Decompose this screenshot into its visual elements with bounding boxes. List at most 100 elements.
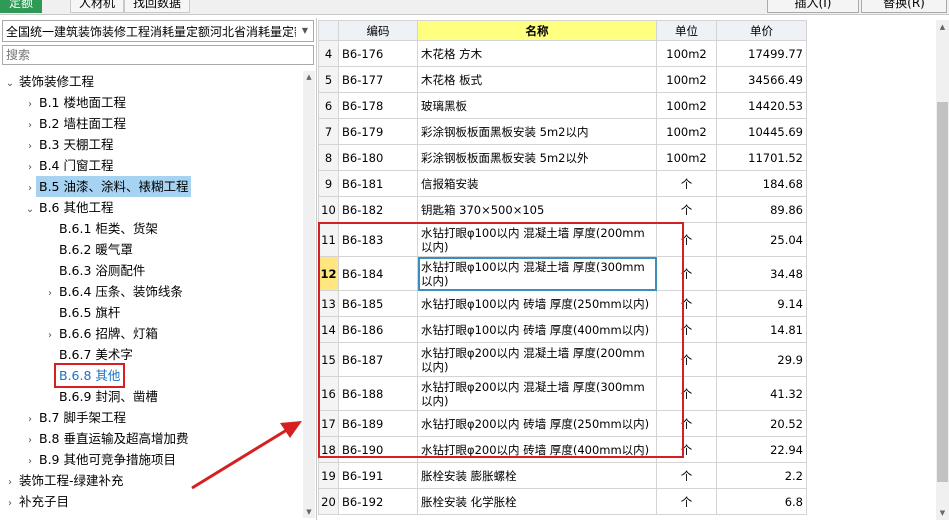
price-cell[interactable]: 22.94 <box>716 436 807 463</box>
tree-item[interactable]: › B.8 垂直运输及超高增加费 <box>0 428 302 449</box>
name-cell[interactable]: 水钻打眼φ200以内 混凝土墙 厚度(300mm以内) <box>417 376 657 411</box>
row-index-cell[interactable]: 20 <box>318 488 339 515</box>
unit-cell[interactable]: 个 <box>656 196 717 223</box>
tree-item[interactable]: B.6.1 柜类、货架 <box>0 218 302 239</box>
name-cell[interactable]: 水钻打眼φ200以内 砖墙 厚度(250mm以内) <box>417 410 657 437</box>
row-index-cell[interactable]: 7 <box>318 118 339 145</box>
chevron-down-icon[interactable]: ⌄ <box>24 199 36 220</box>
table-row[interactable]: 20 B6-192 胀栓安装 化学胀栓个 6.8 <box>318 488 807 515</box>
unit-cell[interactable]: 个 <box>656 436 717 463</box>
search-field[interactable] <box>2 45 314 65</box>
name-cell[interactable]: 胀栓安装 化学胀栓 <box>417 488 657 515</box>
row-index-cell[interactable]: 10 <box>318 196 339 223</box>
unit-cell[interactable]: 个 <box>656 222 717 257</box>
tree-item[interactable]: B.6.3 浴厕配件 <box>0 260 302 281</box>
scrollbar-thumb[interactable] <box>937 102 948 482</box>
code-cell[interactable]: B6-192 <box>338 488 418 515</box>
table-row[interactable]: 15 B6-187 水钻打眼φ200以内 混凝土墙 厚度(200mm以内) 个 29.9 <box>318 342 807 377</box>
row-index-cell[interactable]: 17 <box>318 410 339 437</box>
price-cell[interactable]: 25.04 <box>716 222 807 257</box>
code-cell[interactable]: B6-182 <box>338 196 418 223</box>
chevron-right-icon[interactable]: › <box>44 325 56 346</box>
col-price-header[interactable]: 单价 <box>716 20 807 41</box>
chevron-right-icon[interactable]: › <box>4 493 16 514</box>
name-cell[interactable]: 木花格 方木 <box>417 40 657 67</box>
row-index-cell[interactable]: 9 <box>318 170 339 197</box>
row-index-cell[interactable]: 16 <box>318 376 339 411</box>
row-index-cell[interactable]: 19 <box>318 462 339 489</box>
unit-cell[interactable]: 个 <box>656 316 717 343</box>
price-cell[interactable]: 10445.69 <box>716 118 807 145</box>
unit-cell[interactable]: 个 <box>656 290 717 317</box>
price-cell[interactable]: 29.9 <box>716 342 807 377</box>
tree-item[interactable]: › B.2 墙柱面工程 <box>0 113 302 134</box>
code-cell[interactable]: B6-190 <box>338 436 418 463</box>
chevron-right-icon[interactable]: › <box>24 409 36 430</box>
unit-cell[interactable]: 个 <box>656 376 717 411</box>
table-row[interactable]: 18 B6-190 水钻打眼φ200以内 砖墙 厚度(400mm以内) 个 22.94 <box>318 436 807 463</box>
unit-cell[interactable]: 个 <box>656 256 717 291</box>
name-cell[interactable]: 胀栓安装 膨胀螺栓 <box>417 462 657 489</box>
tree-item[interactable]: › B.1 楼地面工程 <box>0 92 302 113</box>
code-cell[interactable]: B6-183 <box>338 222 418 257</box>
tree-item[interactable]: › B.3 天棚工程 <box>0 134 302 155</box>
tree-item[interactable]: B.6.2 暖气罩 <box>0 239 302 260</box>
name-cell[interactable]: 水钻打眼φ100以内 混凝土墙 厚度(300mm以内) <box>417 256 657 291</box>
row-index-cell[interactable]: 13 <box>318 290 339 317</box>
tree-item[interactable]: › B.6.6 招牌、灯箱 <box>0 323 302 344</box>
code-cell[interactable]: B6-189 <box>338 410 418 437</box>
code-cell[interactable]: B6-184 <box>338 256 418 291</box>
quota-library-select[interactable]: 全国统一建筑装饰装修工程消耗量定额河北省消耗量定额 ▼ <box>2 20 314 42</box>
code-cell[interactable]: B6-178 <box>338 92 418 119</box>
tree-item[interactable]: › B.4 门窗工程 <box>0 155 302 176</box>
code-cell[interactable]: B6-191 <box>338 462 418 489</box>
name-cell[interactable]: 信报箱安装 <box>417 170 657 197</box>
code-cell[interactable]: B6-186 <box>338 316 418 343</box>
price-cell[interactable]: 17499.77 <box>716 40 807 67</box>
unit-cell[interactable]: 100m2 <box>656 118 717 145</box>
tree-item[interactable]: › B.7 脚手架工程 <box>0 407 302 428</box>
unit-cell[interactable]: 100m2 <box>656 92 717 119</box>
unit-cell[interactable]: 个 <box>656 342 717 377</box>
unit-cell[interactable]: 个 <box>656 462 717 489</box>
name-cell[interactable]: 水钻打眼φ200以内 砖墙 厚度(400mm以内) <box>417 436 657 463</box>
tree-item[interactable]: B.6.5 旗杆 <box>0 302 302 323</box>
unit-cell[interactable]: 个 <box>656 488 717 515</box>
table-row[interactable]: 8 B6-180 彩涂钢板板面黑板安装 5m2以外 100m2 11701.52 <box>318 144 807 171</box>
unit-cell[interactable]: 100m2 <box>656 144 717 171</box>
tree-item[interactable]: B.6.9 封洞、凿槽 <box>0 386 302 407</box>
row-index-cell[interactable]: 12 <box>318 256 339 291</box>
name-cell[interactable]: 水钻打眼φ100以内 砖墙 厚度(400mm以内) <box>417 316 657 343</box>
price-cell[interactable]: 34.48 <box>716 256 807 291</box>
chevron-right-icon[interactable]: › <box>44 283 56 304</box>
row-index-cell[interactable]: 8 <box>318 144 339 171</box>
name-cell[interactable]: 彩涂钢板板面黑板安装 5m2以外 <box>417 144 657 171</box>
table-row[interactable]: 19 B6-191 胀栓安装 膨胀螺栓个 2.2 <box>318 462 807 489</box>
table-row[interactable]: 4 B6-176 木花格 方木 100m2 17499.77 <box>318 40 807 67</box>
row-index-cell[interactable]: 5 <box>318 66 339 93</box>
code-cell[interactable]: B6-177 <box>338 66 418 93</box>
table-row[interactable]: 7 B6-179 彩涂钢板板面黑板安装 5m2以内 100m2 10445.69 <box>318 118 807 145</box>
row-index-cell[interactable]: 4 <box>318 40 339 67</box>
table-row[interactable]: 17 B6-189 水钻打眼φ200以内 砖墙 厚度(250mm以内) 个 20.52 <box>318 410 807 437</box>
tree-item[interactable]: › 补充子目 <box>0 491 302 512</box>
code-cell[interactable]: B6-188 <box>338 376 418 411</box>
price-cell[interactable]: 89.86 <box>716 196 807 223</box>
table-row[interactable]: 10 B6-182 钥匙箱 370×500×105 个 89.86 <box>318 196 807 223</box>
replace-button[interactable]: 替换(R) <box>861 0 947 13</box>
name-cell[interactable]: 水钻打眼φ100以内 砖墙 厚度(250mm以内) <box>417 290 657 317</box>
col-unit-header[interactable]: 单位 <box>656 20 717 41</box>
chevron-right-icon[interactable]: › <box>24 451 36 472</box>
code-cell[interactable]: B6-179 <box>338 118 418 145</box>
col-code-header[interactable]: 编码 <box>338 20 418 41</box>
chevron-right-icon[interactable]: › <box>24 157 36 178</box>
tree-item[interactable]: ⌄ 装饰装修工程 <box>0 71 302 92</box>
price-cell[interactable]: 34566.49 <box>716 66 807 93</box>
tree-item[interactable]: › B.5 油漆、涂料、裱糊工程 <box>0 176 302 197</box>
name-cell[interactable]: 玻璃黑板 <box>417 92 657 119</box>
scroll-up-icon[interactable]: ▲ <box>936 20 949 34</box>
name-cell[interactable]: 钥匙箱 370×500×105 <box>417 196 657 223</box>
scroll-up-icon[interactable]: ▲ <box>303 71 315 83</box>
chevron-down-icon[interactable]: ▼ <box>297 21 313 41</box>
row-index-cell[interactable]: 18 <box>318 436 339 463</box>
